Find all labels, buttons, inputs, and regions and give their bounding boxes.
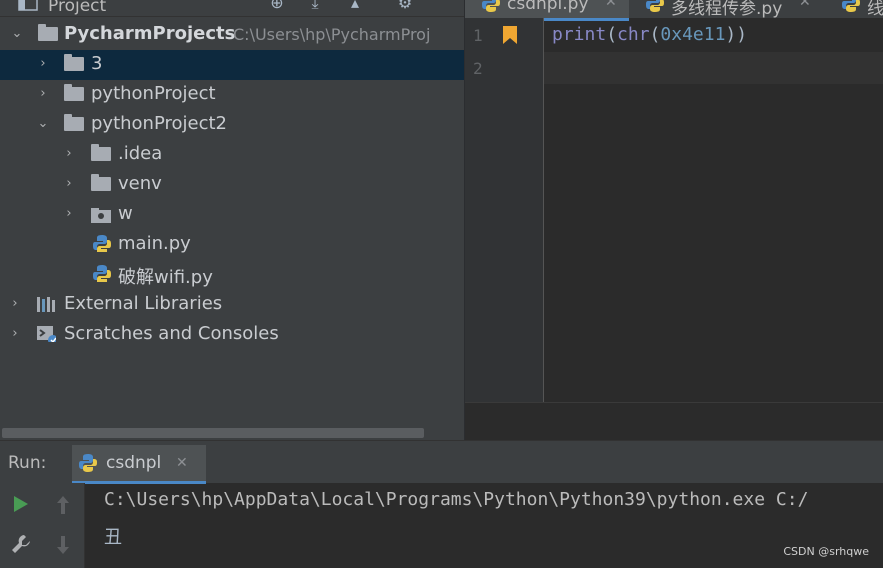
watermark: CSDN @srhqwe (783, 545, 869, 558)
code-token-paren: ( (649, 24, 661, 45)
close-icon[interactable]: ✕ (176, 455, 188, 471)
code-token-paren: ( (606, 24, 618, 45)
editor-gutter[interactable]: 1 2 (465, 18, 544, 402)
code-area[interactable]: print(chr(0x4e11)) (544, 18, 883, 402)
close-icon[interactable]: ✕ (799, 0, 811, 10)
caret-row-highlight (544, 52, 883, 84)
tree-item-label: pythonProject (91, 83, 216, 104)
chevron-right-icon[interactable]: › (8, 295, 22, 313)
tree-row-w[interactable]: › w (0, 200, 464, 230)
editor-footer (465, 402, 883, 441)
console-output-line: 丑 (104, 527, 122, 548)
run-tool-window: Run: csdnpl ✕ C:\Users\hp\AppData\Local\… (0, 440, 883, 568)
horizontal-scrollbar-thumb[interactable] (2, 428, 424, 438)
tab-multithread-args-py[interactable]: 多线程传参.py ✕ (631, 0, 823, 19)
tree-row-idea[interactable]: › .idea (0, 140, 464, 170)
chevron-right-icon[interactable]: › (36, 85, 50, 103)
tab-label: csdnpl.py (507, 0, 589, 14)
code-token-function: print (552, 24, 607, 45)
chevron-right-icon[interactable]: › (62, 205, 76, 223)
code-token-number: 0x4e11 (660, 24, 726, 45)
run-header: Run: csdnpl ✕ (0, 441, 883, 484)
module-folder-icon (91, 208, 111, 223)
tree-row-pythonproject2[interactable]: ⌄ pythonProject2 (0, 110, 464, 140)
code-editor: csdnpl.py ✕ 多线程传参.py ✕ 线 1 2 print(chr(0… (465, 0, 883, 441)
console-output-line: C:\Users\hp\AppData\Local\Programs\Pytho… (104, 489, 809, 510)
folder-icon (91, 144, 111, 161)
tree-item-label: 3 (91, 53, 103, 74)
run-toolbar-right (42, 483, 85, 568)
tree-item-label: w (118, 203, 133, 224)
tree-item-label: main.py (118, 233, 191, 254)
tree-row-scratches[interactable]: › Scratches and Consoles (0, 320, 464, 350)
folder-icon (64, 84, 84, 101)
tree-row-external-libraries[interactable]: › External Libraries (0, 290, 464, 320)
run-toolbar-left (0, 483, 43, 568)
code-line-1[interactable]: print(chr(0x4e11)) (552, 24, 747, 45)
folder-icon (64, 54, 84, 71)
project-pane-header: Project ⊕ ⤓ ▴ ⚙ (0, 0, 464, 17)
tree-row-pythonproject[interactable]: › pythonProject (0, 80, 464, 110)
code-token-paren: )) (725, 24, 748, 45)
python-file-icon (79, 454, 97, 472)
line-number: 2 (473, 59, 483, 78)
python-file-icon (93, 235, 111, 252)
tree-item-label: pythonProject2 (91, 113, 228, 134)
chevron-down-icon[interactable]: ⌄ (36, 115, 50, 133)
python-file-icon (842, 0, 860, 12)
run-icon[interactable] (13, 495, 29, 513)
chevron-right-icon[interactable]: › (36, 55, 50, 73)
python-file-icon (482, 0, 500, 12)
tab-label: 线 (867, 0, 883, 19)
chevron-right-icon[interactable]: › (62, 175, 76, 193)
tree-item-path: C:\Users\hp\PycharmProj (233, 25, 431, 44)
run-title: Run: (8, 453, 47, 473)
editor-tab-bar: csdnpl.py ✕ 多线程传参.py ✕ 线 (465, 0, 883, 21)
chevron-right-icon[interactable]: › (8, 325, 22, 343)
tree-item-label: Scratches and Consoles (64, 323, 279, 344)
run-tab-label: csdnpl (106, 453, 162, 473)
line-number: 1 (473, 26, 483, 45)
tree-row-crack-wifi-py[interactable]: 破解wifi.py (0, 260, 464, 290)
arrow-up-icon[interactable] (55, 495, 71, 515)
tab-overflow[interactable]: 线 (825, 0, 883, 19)
scroll-up-icon[interactable]: ▴ (346, 0, 364, 12)
chevron-right-icon[interactable]: › (62, 145, 76, 163)
arrow-down-icon[interactable] (55, 535, 71, 555)
tree-item-label: .idea (118, 143, 163, 164)
folder-icon (91, 174, 111, 191)
chevron-down-icon[interactable]: ⌄ (10, 25, 24, 43)
python-file-icon (93, 265, 111, 282)
tab-label: 多线程传参.py (671, 0, 783, 19)
libraries-icon (37, 297, 55, 312)
collapse-all-icon[interactable]: ⤓ (306, 0, 324, 12)
tree-item-label: venv (118, 173, 162, 194)
tree-item-label: External Libraries (64, 293, 223, 314)
python-file-icon (646, 0, 664, 12)
tree-row-3[interactable]: › 3 (0, 50, 464, 80)
tree-row-pycharmprojects[interactable]: ⌄ PycharmProjects C:\Users\hp\PycharmPro… (0, 20, 464, 50)
scratches-icon (37, 326, 56, 342)
tree-item-label: 破解wifi.py (118, 267, 213, 288)
gear-icon[interactable]: ⚙ (396, 0, 414, 12)
bookmark-icon[interactable] (503, 26, 517, 44)
project-view-icon[interactable] (18, 0, 38, 12)
project-tool-window: Project ⊕ ⤓ ▴ ⚙ ⌄ PycharmProjects C:\Use… (0, 0, 464, 440)
folder-icon (64, 114, 84, 131)
wrench-icon[interactable] (10, 533, 32, 555)
run-tab-csdnpl[interactable]: csdnpl ✕ (72, 445, 206, 484)
tree-row-venv[interactable]: › venv (0, 170, 464, 200)
folder-icon (38, 24, 58, 41)
globe-icon[interactable]: ⊕ (268, 0, 286, 12)
code-token-function: chr (617, 24, 650, 45)
project-pane-title[interactable]: Project (48, 0, 106, 16)
tree-item-label: PycharmProjects (64, 23, 236, 44)
close-icon[interactable]: ✕ (605, 0, 617, 10)
tree-row-main-py[interactable]: main.py (0, 230, 464, 260)
